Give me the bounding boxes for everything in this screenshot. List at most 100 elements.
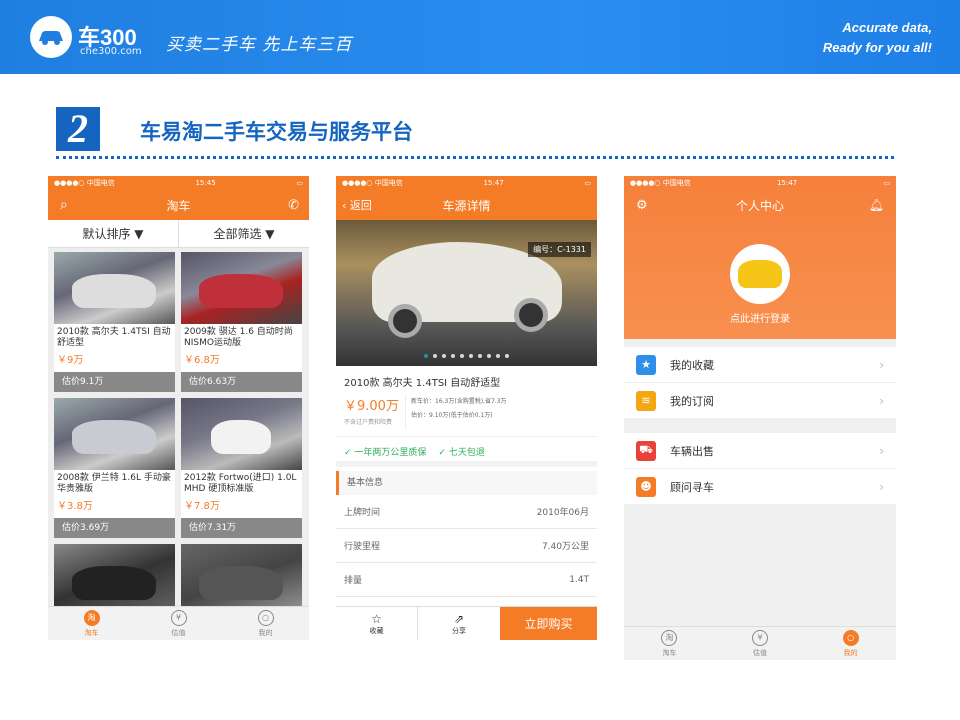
car-shape <box>72 420 156 454</box>
car-shape <box>72 566 156 600</box>
menu-sell-car[interactable]: ⛟ 车辆出售 › <box>624 433 896 469</box>
favorite-label: 收藏 <box>369 626 384 635</box>
car-title: 2010款 高尔夫 1.4TSI 自动舒适型 <box>344 378 501 389</box>
car-price: ￥6.8万 <box>184 355 220 366</box>
chevron-left-icon: ‹ <box>342 199 350 212</box>
dot <box>442 354 446 358</box>
nav-bar: ‹ 返回 车源详情 <box>336 190 597 220</box>
advisor-icon: ☻ <box>636 476 656 497</box>
user-icon: ○ <box>257 609 274 626</box>
car-card[interactable] <box>54 544 175 614</box>
car-card[interactable]: 2010款 高尔夫 1.4TSI 自动舒适型 ￥9万 估价9.1万 <box>54 252 175 392</box>
check-circle-icon: ✓ <box>438 448 449 458</box>
car-price: ￥7.8万 <box>184 501 220 512</box>
dot <box>496 354 500 358</box>
tab-mine[interactable]: ○ 我的 <box>222 607 309 640</box>
car-icon: ⛟ <box>636 440 656 461</box>
tagline-line1: Accurate data, <box>842 20 932 35</box>
info-label: 行驶里程 <box>344 542 381 552</box>
car-photo-carousel[interactable]: 编号：C-1331 <box>336 220 597 366</box>
menu-group-2: ⛟ 车辆出售 › ☻ 顾问寻车 › <box>624 433 896 505</box>
back-button[interactable]: ‹ 返回 <box>342 197 372 213</box>
filter-button[interactable]: 全部筛选 ▼ <box>178 220 309 247</box>
bell-icon[interactable]: 🔔︎ <box>869 198 884 212</box>
car-card[interactable]: 2009款 骐达 1.6 自动时尚NISMO运动版 ￥6.8万估价6.63万 <box>181 252 302 392</box>
tab-valuation[interactable]: ¥ 估值 <box>135 607 222 640</box>
share-label: 分享 <box>452 626 466 635</box>
tab-browse[interactable]: 淘淘车 <box>48 607 135 640</box>
car-card[interactable] <box>181 544 302 614</box>
wheel <box>388 304 422 338</box>
dot <box>469 354 473 358</box>
tab-label: 估值 <box>753 648 767 657</box>
menu-label: 我的订阅 <box>670 394 714 408</box>
favorite-button[interactable]: ☆ 收藏 <box>336 607 418 640</box>
action-bar: ☆ 收藏 ⇗ 分享 立即购买 <box>336 606 597 640</box>
check-circle-icon: ✓ <box>344 448 355 458</box>
buy-now-button[interactable]: 立即购买 <box>500 607 597 640</box>
dot <box>451 354 455 358</box>
carrier: ●●●●○ 中国电信 <box>630 179 691 187</box>
menu-favorites[interactable]: ★ 我的收藏 › <box>624 347 896 383</box>
tab-mine[interactable]: ○ 我的 <box>805 627 896 660</box>
price-block: ￥9.00万 不含过户费和险费 新车价：16.3万(含购置税),省7.3万 估价… <box>336 389 597 437</box>
search-icon[interactable]: ⌕ <box>60 197 68 213</box>
yen-icon: ¥ <box>752 629 768 646</box>
car-price: ￥9万 <box>57 355 84 366</box>
dot <box>505 354 509 358</box>
car-name: 2009款 骐达 1.6 自动时尚NISMO运动版 <box>184 327 293 348</box>
info-value: 1.4T <box>569 574 589 585</box>
phone-call-icon[interactable]: ✆ <box>288 198 299 213</box>
tab-label: 我的 <box>843 648 858 657</box>
car-card[interactable]: 2008款 伊兰特 1.6L 手动豪华贵雅版 ￥3.8万 估价3.69万 <box>54 398 175 538</box>
car-estimate: 估价3.69万 <box>54 518 175 538</box>
menu-subscriptions[interactable]: ≋ 我的订阅 › <box>624 383 896 419</box>
car-photo <box>181 252 302 324</box>
guarantee-label: 一年两万公里质保 <box>354 448 427 458</box>
tagline: Accurate data, Ready for you all! <box>823 18 932 58</box>
tab-label: 淘车 <box>84 628 99 637</box>
user-icon: ○ <box>842 629 859 646</box>
star-icon: ★ <box>636 354 656 375</box>
tab-valuation[interactable]: ¥ 估值 <box>715 627 806 660</box>
menu-group-1: ★ 我的收藏 › ≋ 我的订阅 › <box>624 347 896 419</box>
cartoon-car-avatar-icon <box>738 260 782 288</box>
car-name: 2010款 高尔夫 1.4TSI 自动舒适型 <box>57 327 171 348</box>
guarantee-warranty: ✓ 一年两万公里质保 <box>344 445 426 458</box>
sort-bar: 默认排序 ▼ 全部筛选 ▼ <box>48 220 309 248</box>
avatar[interactable] <box>730 244 790 304</box>
battery-icon: ▭ <box>584 179 591 187</box>
sort-default-button[interactable]: 默认排序 ▼ <box>48 220 178 247</box>
car-name: 2008款 伊兰特 1.6L 手动豪华贵雅版 <box>57 473 171 494</box>
menu-advisor[interactable]: ☻ 顾问寻车 › <box>624 469 896 505</box>
carrier: ●●●●○ 中国电信 <box>342 179 403 187</box>
car-shape <box>199 274 283 308</box>
section-title: 车易淘二手车交易与服务平台 <box>140 119 413 144</box>
chevron-right-icon: › <box>879 479 884 494</box>
info-header: 基本信息 <box>336 471 597 495</box>
car-card[interactable]: 2012款 Fortwo(进口) 1.0L MHD 硬顶标准版 ￥7.8万 估价7.… <box>181 398 302 538</box>
phone-car-list: ●●●●○ 中国电信 15:45 ▭ ⌕ 淘车 ✆ 默认排序 ▼ 全部筛选 ▼ 20… <box>48 176 309 640</box>
menu-label: 顾问寻车 <box>670 480 714 494</box>
info-label: 上牌时间 <box>344 508 381 518</box>
tagline-line2: Ready for you all! <box>822 40 932 55</box>
car-estimate: 估价6.63万 <box>181 372 302 392</box>
info-row: 上牌时间 2010年06月 <box>336 495 597 529</box>
rss-icon: ≋ <box>636 390 656 411</box>
menu-label: 我的收藏 <box>670 358 714 372</box>
info-value: 7.40万公里 <box>541 542 589 552</box>
share-button[interactable]: ⇗ 分享 <box>418 607 500 640</box>
estimate-price: 估价：9.10万(低于估价0.1万) <box>411 412 493 419</box>
info-row: 排量 1.4T <box>336 563 597 597</box>
time: 15:45 <box>195 179 216 187</box>
gear-icon[interactable]: ⚙ <box>636 198 648 213</box>
share-icon: ⇗ <box>453 611 465 626</box>
new-car-price: 新车价：16.3万(含购置税),省7.3万 <box>411 398 507 405</box>
brand-domain: che300.com <box>80 46 142 57</box>
login-link[interactable]: 点此进行登录 <box>624 310 896 325</box>
guarantee-return: ✓ 七天包退 <box>438 445 484 458</box>
back-label: 返回 <box>349 199 372 212</box>
carousel-dots <box>336 354 597 358</box>
price-note: 不含过户费和险费 <box>344 419 393 426</box>
tab-browse[interactable]: 淘淘车 <box>624 627 715 660</box>
